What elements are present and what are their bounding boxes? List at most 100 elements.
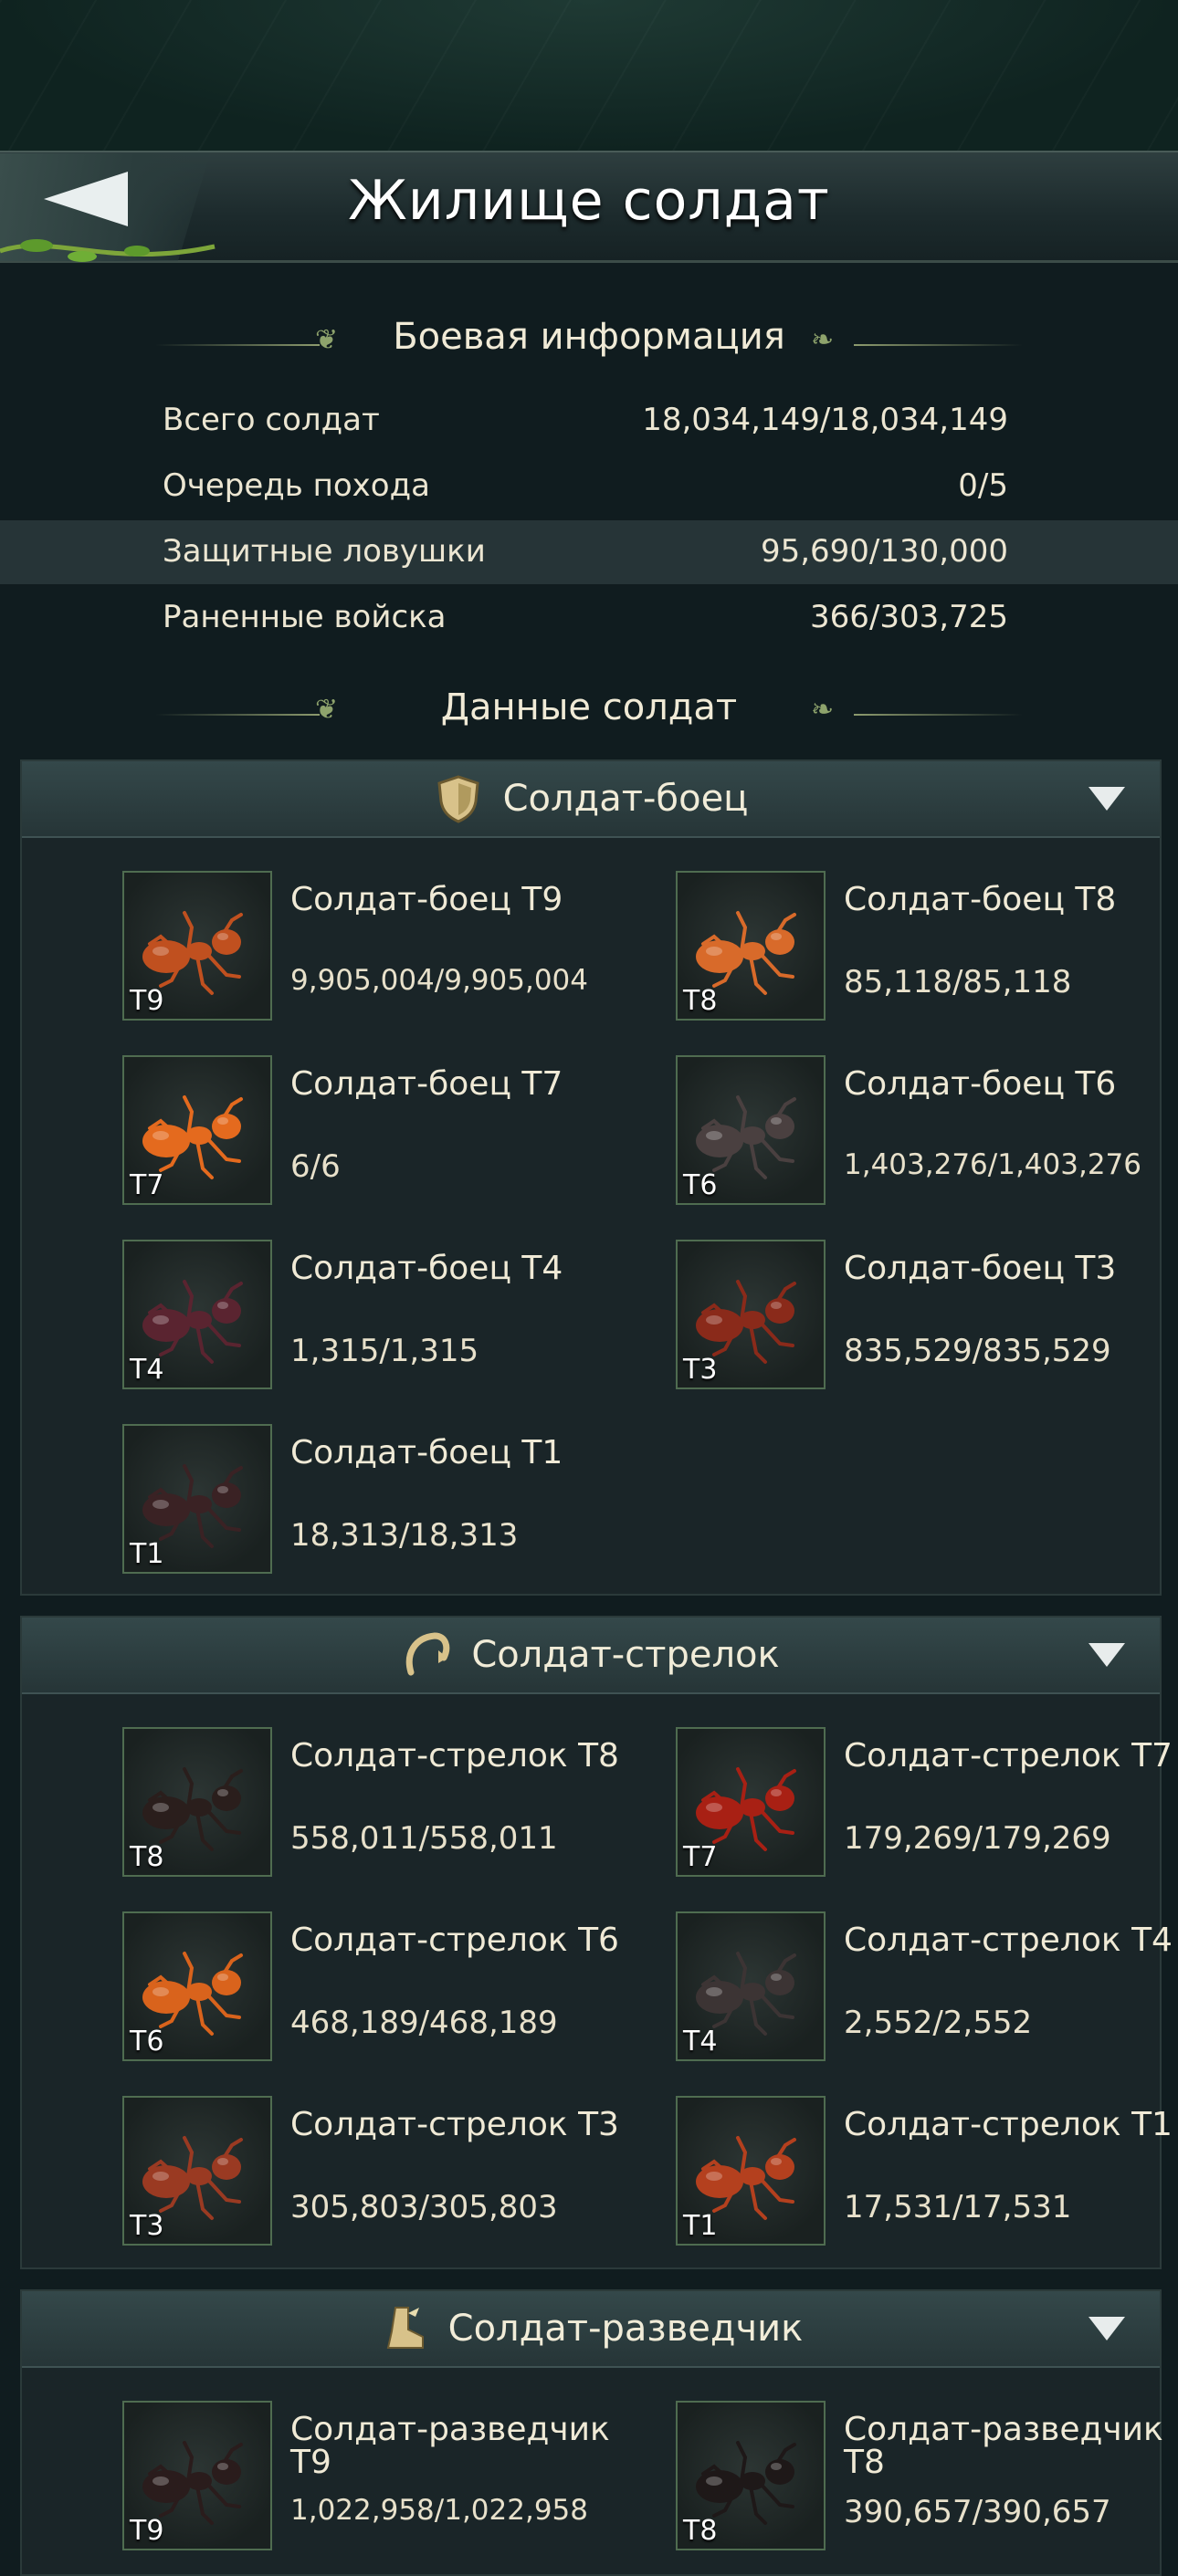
unit-portrait[interactable]: T4 — [122, 1240, 272, 1389]
unit-count: 6/6 — [290, 1148, 341, 1185]
info-value: 95,690/130,000 — [760, 533, 1008, 570]
unit-portrait[interactable]: T4 — [676, 1911, 826, 2061]
leaf-ornament-icon: ❧ — [811, 694, 835, 726]
info-label: Раненные войска — [163, 599, 447, 635]
unit-count: 9,905,004/9,905,004 — [290, 964, 588, 997]
chevron-down-icon[interactable] — [1089, 1643, 1125, 1667]
unit-portrait[interactable]: T7 — [676, 1727, 826, 1877]
tier-badge: T7 — [130, 1169, 164, 1201]
tier-badge: T8 — [683, 985, 718, 1017]
unit-count: 558,011/558,011 — [290, 1820, 558, 1857]
chevron-down-icon[interactable] — [1089, 787, 1125, 811]
unit-card[interactable]: T3 Солдат-боец T3 835,529/835,529 — [676, 1240, 1178, 1395]
info-value: 366/303,725 — [810, 599, 1008, 635]
tier-badge: T9 — [130, 2515, 164, 2547]
unit-count: 1,315/1,315 — [290, 1333, 479, 1369]
unit-card[interactable]: T1 Солдат-стрелок T1 17,531/17,531 — [676, 2096, 1178, 2251]
unit-name: Солдат-боец T3 — [844, 1250, 1117, 1287]
unit-name: Солдат-стрелок T7 — [844, 1737, 1173, 1775]
unit-card[interactable]: T8 Солдат-боец T8 85,118/85,118 — [676, 871, 1178, 1026]
category-header[interactable]: Солдат-боец — [22, 761, 1160, 838]
unit-name: Солдат-стрелок T1 — [844, 2106, 1173, 2143]
tier-badge: T9 — [130, 985, 164, 1017]
unit-count: 179,269/179,269 — [844, 1820, 1111, 1857]
unit-name: Солдат-стрелок T4 — [844, 1922, 1173, 1959]
unit-portrait[interactable]: T8 — [676, 2401, 826, 2550]
unit-card[interactable]: T1 Солдат-боец T1 18,313/18,313 — [122, 1424, 670, 1579]
category-label: Солдат-боец — [502, 778, 749, 820]
tier-badge: T4 — [130, 1354, 164, 1386]
unit-count: 390,657/390,657 — [844, 2494, 1111, 2530]
unit-portrait[interactable]: T7 — [122, 1055, 272, 1205]
unit-count: 1,022,958/1,022,958 — [290, 2494, 588, 2527]
unit-card[interactable]: T9 Солдат-разведчик T9 1,022,958/1,022,958 — [122, 2401, 670, 2556]
tier-badge: T8 — [683, 2515, 718, 2547]
unit-name: Солдат-боец T9 — [290, 881, 563, 918]
tier-badge: T3 — [683, 1354, 718, 1386]
unit-card[interactable]: T9 Солдат-боец T9 9,905,004/9,905,004 — [122, 871, 670, 1026]
tier-badge: T6 — [130, 2026, 164, 2058]
ornament-line — [854, 714, 1023, 716]
unit-portrait[interactable]: T6 — [676, 1055, 826, 1205]
top-background — [0, 0, 1178, 151]
category-header[interactable]: Солдат-разведчик — [22, 2291, 1160, 2368]
category-header[interactable]: Солдат-стрелок — [22, 1618, 1160, 1694]
tier-badge: T4 — [683, 2026, 718, 2058]
unit-name: Солдат-боец T1 — [290, 1434, 563, 1471]
leaf-ornament-icon: ❧ — [811, 324, 835, 356]
unit-count: 17,531/17,531 — [844, 2189, 1072, 2225]
unit-card[interactable]: T7 Солдат-стрелок T7 179,269/179,269 — [676, 1727, 1178, 1882]
unit-portrait[interactable]: T1 — [676, 2096, 826, 2246]
combat-info-title: Боевая информация — [393, 316, 785, 358]
vine-decoration-icon — [0, 239, 216, 262]
unit-card[interactable]: T8 Солдат-стрелок T8 558,011/558,011 — [122, 1727, 670, 1882]
info-label: Защитные ловушки — [163, 533, 486, 570]
info-value: 18,034,149/18,034,149 — [642, 402, 1008, 438]
unit-portrait[interactable]: T3 — [676, 1240, 826, 1389]
tier-badge: T6 — [683, 1169, 718, 1201]
unit-portrait[interactable]: T9 — [122, 2401, 272, 2550]
ornament-line — [854, 344, 1023, 346]
info-row-total-soldiers: Всего солдат 18,034,149/18,034,149 — [0, 389, 1178, 453]
unit-card[interactable]: T4 Солдат-стрелок T4 2,552/2,552 — [676, 1911, 1178, 2067]
unit-count: 18,313/18,313 — [290, 1517, 519, 1554]
unit-count: 1,403,276/1,403,276 — [844, 1148, 1141, 1181]
unit-card[interactable]: T6 Солдат-боец T6 1,403,276/1,403,276 — [676, 1055, 1178, 1210]
tier-badge: T8 — [130, 1841, 164, 1873]
info-row-march-queue: Очередь похода 0/5 — [0, 455, 1178, 518]
category-label: Солдат-разведчик — [447, 2308, 804, 2350]
unit-portrait[interactable]: T9 — [122, 871, 272, 1021]
tier-badge: T3 — [130, 2210, 164, 2242]
unit-count: 305,803/305,803 — [290, 2189, 558, 2225]
unit-card[interactable]: T8 Солдат-разведчик T8 390,657/390,657 — [676, 2401, 1178, 2556]
unit-portrait[interactable]: T3 — [122, 2096, 272, 2246]
unit-name: Солдат-боец T4 — [290, 1250, 563, 1287]
chevron-down-icon[interactable] — [1089, 2317, 1125, 2340]
unit-card[interactable]: T7 Солдат-боец T7 6/6 — [122, 1055, 670, 1210]
info-label: Всего солдат — [163, 402, 380, 438]
info-row-defense-traps: Защитные ловушки 95,690/130,000 — [0, 520, 1178, 584]
boot-icon — [386, 2307, 424, 2349]
info-value: 0/5 — [958, 467, 1008, 504]
unit-name: Солдат-разведчик T9 — [290, 2411, 610, 2481]
unit-count: 85,118/85,118 — [844, 964, 1072, 1000]
tier-badge: T1 — [683, 2210, 718, 2242]
unit-name: Солдат-разведчик T8 — [844, 2411, 1163, 2481]
unit-portrait[interactable]: T6 — [122, 1911, 272, 2061]
unit-portrait[interactable]: T1 — [122, 1424, 272, 1574]
soldier-data-title: Данные солдат — [440, 686, 738, 728]
unit-card[interactable]: T6 Солдат-стрелок T6 468,189/468,189 — [122, 1911, 670, 2067]
unit-name: Солдат-боец T6 — [844, 1065, 1117, 1103]
unit-count: 468,189/468,189 — [290, 2005, 558, 2041]
unit-name: Солдат-стрелок T6 — [290, 1922, 619, 1959]
unit-count: 835,529/835,529 — [844, 1333, 1111, 1369]
bow-icon — [406, 1632, 450, 1676]
unit-card[interactable]: T4 Солдат-боец T4 1,315/1,315 — [122, 1240, 670, 1395]
info-row-wounded: Раненные войска 366/303,725 — [0, 586, 1178, 650]
unit-portrait[interactable]: T8 — [676, 871, 826, 1021]
unit-card[interactable]: T3 Солдат-стрелок T3 305,803/305,803 — [122, 2096, 670, 2251]
page-title: Жилище солдат — [348, 169, 830, 233]
shield-icon — [436, 775, 479, 823]
unit-portrait[interactable]: T8 — [122, 1727, 272, 1877]
unit-count: 2,552/2,552 — [844, 2005, 1033, 2041]
